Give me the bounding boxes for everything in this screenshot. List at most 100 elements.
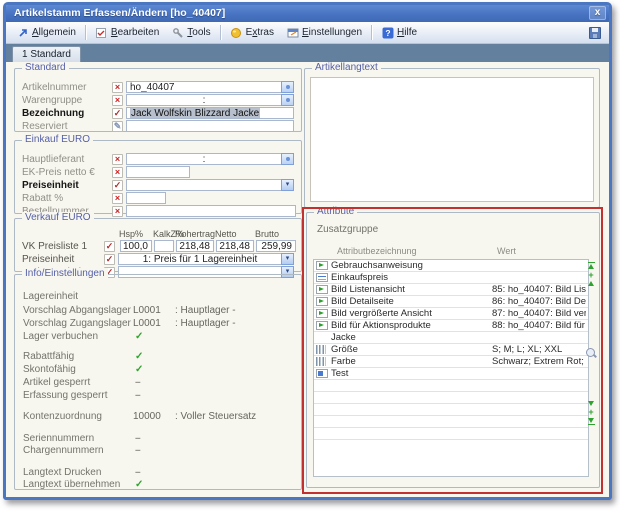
mandatory-x-icon[interactable]: × <box>112 95 123 106</box>
artikelnummer-input[interactable]: ho_40407 <box>126 81 281 93</box>
add-row-icon[interactable]: + <box>588 409 593 415</box>
close-button[interactable]: x <box>589 6 606 20</box>
tab-standard[interactable]: 1 Standard <box>12 46 81 62</box>
preiseinheit-vk-select[interactable]: 1: Preis für 1 Lagereinheit <box>118 253 281 265</box>
edit-pencil-icon[interactable]: ✎ <box>112 121 123 132</box>
field-preiseinheit-ek: Preiseinheit ✓ ▾ <box>22 179 294 191</box>
valid-check-icon[interactable]: ✓ <box>104 254 115 265</box>
chevron-down-icon[interactable]: ▾ <box>281 253 294 265</box>
attribute-row[interactable]: Bild für Aktionsprodukte88: ho_40407: Bi… <box>314 320 588 332</box>
close-icon: x <box>595 7 601 18</box>
attribute-row[interactable]: Jacke <box>314 332 588 344</box>
dash-icon: -- <box>135 467 140 478</box>
group-einkauf: Einkauf EURO Hauptlieferant × : EK-Preis… <box>14 140 302 214</box>
menu-hilfe[interactable]: ? Hilfe <box>375 24 423 41</box>
attribute-row[interactable] <box>314 416 588 428</box>
attribute-row[interactable]: Bild Detailseite86: ho_40407: Bild Detai… <box>314 296 588 308</box>
app-window: Artikelstamm Erfassen/Ändern [ho_40407] … <box>3 2 612 500</box>
attribute-row[interactable] <box>314 404 588 416</box>
attribute-row[interactable]: Einkaufspreis <box>314 272 588 284</box>
dash-icon: -- <box>135 433 140 444</box>
titlebar[interactable]: Artikelstamm Erfassen/Ändern [ho_40407] … <box>6 5 609 22</box>
attribute-row[interactable] <box>314 392 588 404</box>
attribute-row[interactable]: GrößeS; M; L; XL; XXL <box>314 344 588 356</box>
magnifier-icon[interactable] <box>586 348 597 359</box>
valid-check-icon[interactable]: ✓ <box>112 108 123 119</box>
attribute-table[interactable]: Gebrauchsanweisung Einkaufspreis Bild Li… <box>313 259 589 477</box>
info-row: Vorschlag AbgangslagerL0001: Hauptlager … <box>23 305 293 317</box>
menu-einstellungen[interactable]: Einstellungen <box>280 24 368 41</box>
field-warengruppe: Warengruppe × : <box>22 94 294 106</box>
chevron-down-icon[interactable]: ▾ <box>281 179 294 191</box>
netto-input[interactable]: 218,48 <box>216 240 254 252</box>
attribute-row[interactable]: Bild Listenansicht85: ho_40407: Bild Lis… <box>314 284 588 296</box>
save-button[interactable] <box>585 24 605 42</box>
mandatory-x-icon[interactable]: × <box>112 167 123 178</box>
attribute-row[interactable] <box>314 428 588 440</box>
warengruppe-input[interactable]: : <box>126 94 281 106</box>
field-vk-preisliste: VK Preisliste 1 ✓ 100,0 218,48 218,48 25… <box>22 240 294 252</box>
scroll-first-button[interactable] <box>588 261 595 269</box>
valid-check-icon[interactable]: ✓ <box>112 180 123 191</box>
info-row: Lager verbuchen✓ <box>23 331 293 343</box>
attribute-row[interactable]: Test <box>314 368 588 380</box>
field-preiseinheit-vk: Preiseinheit ✓ 1: Preis für 1 Lagereinhe… <box>22 253 294 265</box>
ek-preis-input[interactable] <box>126 166 190 178</box>
rohertrag-input[interactable]: 218,48 <box>176 240 214 252</box>
image-attachment-icon <box>316 285 328 294</box>
valid-check-icon[interactable]: ✓ <box>104 241 115 252</box>
menu-tools[interactable]: Tools <box>165 24 216 41</box>
mandatory-x-icon[interactable]: × <box>112 154 123 165</box>
hauptlieferant-input[interactable]: : <box>126 153 281 165</box>
rabatt-input[interactable] <box>126 192 166 204</box>
brutto-input[interactable]: 259,99 <box>256 240 296 252</box>
attribute-row[interactable]: FarbeSchwarz; Extrem Rot; Extre <box>314 356 588 368</box>
bezeichnung-input[interactable]: Jack Wolfskin Blizzard Jacke <box>126 107 294 119</box>
group-standard: Standard Artikelnummer × ho_40407 Wareng… <box>14 68 302 132</box>
settings-window-icon <box>286 26 299 39</box>
reserviert-input[interactable] <box>126 120 294 132</box>
menu-extras[interactable]: Extras <box>224 24 280 41</box>
info-row: Lagereinheit <box>23 291 293 303</box>
group-langtext-legend: Artikellangtext <box>312 62 381 74</box>
scroll-up-icon[interactable] <box>588 281 594 286</box>
info-row: Langtext Drucken-- <box>23 467 293 479</box>
add-row-icon[interactable]: + <box>588 272 593 278</box>
group-langtext: Artikellangtext <box>304 68 600 208</box>
mandatory-x-icon[interactable]: × <box>112 82 123 93</box>
preiseinheit-ek-select[interactable] <box>126 179 281 191</box>
hsp-input[interactable]: 100,0 <box>120 240 152 252</box>
group-standard-legend: Standard <box>22 62 69 74</box>
info-row: Rabattfähig✓ <box>23 351 293 363</box>
browse-button[interactable] <box>281 94 294 106</box>
mandatory-x-icon[interactable]: × <box>112 206 123 217</box>
media-icon <box>316 369 328 378</box>
field-artikelnummer: Artikelnummer × ho_40407 <box>22 81 294 93</box>
scroll-down-icon[interactable] <box>588 401 594 406</box>
extras-globe-icon <box>230 26 243 39</box>
mandatory-x-icon[interactable]: × <box>112 193 123 204</box>
scroll-last-button[interactable] <box>588 418 595 426</box>
menu-allgemein[interactable]: Allgemein <box>10 24 82 41</box>
field-ek-preis: EK-Preis netto € × <box>22 166 294 178</box>
attribute-row[interactable]: Gebrauchsanweisung <box>314 260 588 272</box>
langtext-textarea[interactable] <box>310 77 594 202</box>
browse-button[interactable] <box>281 81 294 93</box>
kalkz-input[interactable] <box>154 240 174 252</box>
list-values-icon <box>316 357 326 366</box>
dash-icon: -- <box>135 377 140 388</box>
attribute-row[interactable] <box>314 380 588 392</box>
menu-bearbeiten[interactable]: Bearbeiten <box>89 24 165 41</box>
bestellnummer-input[interactable] <box>126 205 296 217</box>
attribute-row[interactable]: Bild vergrößerte Ansicht87: ho_40407: Bi… <box>314 308 588 320</box>
group-verkauf: Verkauf EURO Hsp% KalkZ% Rohertrag Netto… <box>14 218 302 272</box>
form-content: Standard Artikelnummer × ho_40407 Wareng… <box>6 62 609 497</box>
svg-text:?: ? <box>385 28 390 38</box>
info-row: Langtext übernehmen✓ <box>23 479 293 491</box>
image-attachment-icon <box>316 261 328 270</box>
browse-button[interactable] <box>281 153 294 165</box>
group-info-legend: Info/Einstellungen <box>22 268 108 280</box>
image-attachment-icon <box>316 309 328 318</box>
list-scroll-bottom-controls: + <box>586 401 596 426</box>
window-title: Artikelstamm Erfassen/Ändern [ho_40407] <box>14 7 225 19</box>
